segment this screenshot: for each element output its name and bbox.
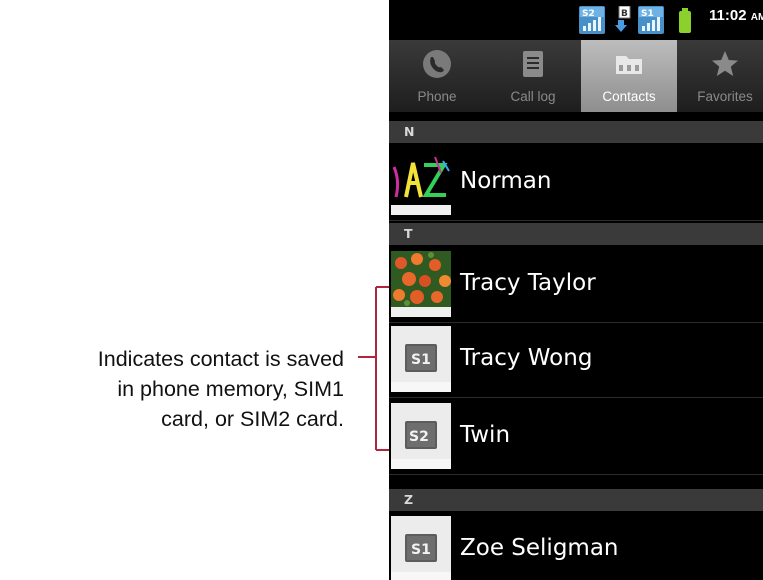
contact-photo [391, 149, 451, 215]
tab-label: Phone [417, 89, 457, 104]
download-icon: B [615, 6, 631, 32]
contact-row-twin[interactable]: S2 Twin [389, 400, 763, 475]
contact-name: Twin [460, 422, 511, 448]
contact-name: Norman [460, 168, 552, 194]
section-header-z: Z [389, 489, 763, 511]
phone-screen: S2 B S1 11:02 AM Phone Call log Contacts… [389, 0, 763, 580]
contact-photo [391, 251, 451, 317]
status-bar: S2 B S1 11:02 AM [389, 0, 763, 40]
contacts-icon [616, 56, 642, 74]
tab-label: Favorites [697, 89, 753, 104]
sim1-badge: S1 [641, 9, 654, 19]
clock-ampm: AM [750, 12, 763, 23]
sim2-signal-icon: S2 [579, 6, 605, 34]
contact-row-tracy-taylor[interactable]: Tracy Taylor [389, 248, 763, 323]
contact-row-tracy-wong[interactable]: S1 Tracy Wong [389, 323, 763, 398]
sim-badge: S1 [411, 542, 431, 558]
tab-label: Contacts [602, 89, 656, 104]
clock: 11:02 AM [709, 7, 763, 24]
call-log-icon [523, 51, 543, 77]
clock-time: 11:02 [709, 7, 747, 24]
contact-name: Tracy Taylor [460, 270, 596, 296]
star-icon [712, 51, 738, 76]
tab-bar: Phone Call log Contacts Favorites [389, 40, 763, 112]
sim-badge: S1 [411, 352, 431, 368]
tab-contacts[interactable]: Contacts [581, 40, 677, 112]
sim1-contact-icon: S1 [391, 516, 451, 580]
tab-call-log[interactable]: Call log [485, 40, 581, 112]
tab-favorites[interactable]: Favorites [677, 40, 763, 112]
sim2-contact-icon: S2 [391, 403, 451, 469]
svg-text:B: B [621, 9, 628, 19]
sim2-badge: S2 [582, 9, 595, 19]
sim1-signal-icon: S1 [638, 6, 664, 34]
tab-phone[interactable]: Phone [389, 40, 485, 112]
sim-badge: S2 [409, 429, 429, 445]
contact-name: Tracy Wong [460, 345, 593, 371]
contact-row-zoe-seligman[interactable]: S1 Zoe Seligman [389, 513, 763, 580]
tab-label: Call log [510, 89, 556, 104]
section-header-t: T [389, 223, 763, 245]
contact-row-norman[interactable]: Norman [389, 146, 763, 221]
phone-icon [423, 50, 451, 78]
sim1-contact-icon: S1 [391, 326, 451, 392]
contact-name: Zoe Seligman [460, 535, 619, 561]
annotation-bracket [358, 286, 390, 451]
section-header-n: N [389, 121, 763, 143]
battery-icon [679, 8, 691, 33]
